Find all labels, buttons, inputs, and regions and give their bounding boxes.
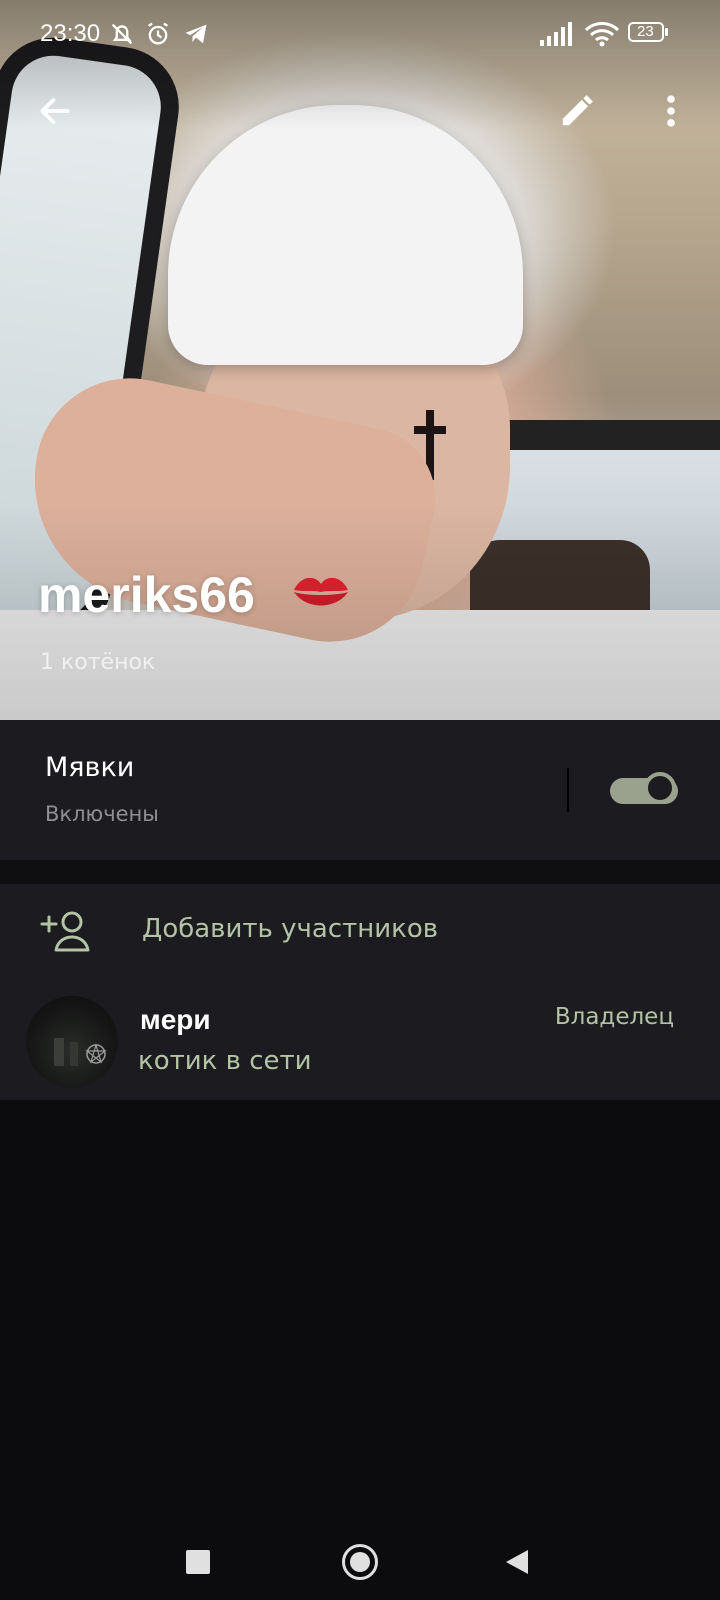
arrow-left-icon[interactable] (36, 92, 74, 130)
status-bar: 23:30 23 (0, 16, 720, 56)
member-role: Владелец (554, 1004, 674, 1030)
navigation-bar (0, 1520, 720, 1600)
telegram-icon (185, 24, 207, 44)
more-vertical-icon[interactable] (652, 92, 690, 130)
pentagram-icon (54, 1038, 107, 1066)
section-gap (0, 860, 720, 884)
add-members-button[interactable]: Добавить участников (0, 884, 720, 984)
home-circle-icon[interactable] (342, 1544, 378, 1580)
members-section: Добавить участников мери котик в сети Вл… (0, 884, 720, 1100)
toggle-thumb (644, 772, 676, 804)
divider (567, 768, 569, 812)
notifications-row[interactable]: Мявки Включены (0, 720, 720, 860)
chat-subtitle: 1 котёнок (40, 650, 156, 675)
home-dot (350, 1552, 370, 1572)
lips-icon (294, 577, 348, 606)
member-status: котик в сети (138, 1046, 312, 1076)
recents-square-icon[interactable] (186, 1550, 210, 1574)
add-members-label: Добавить участников (142, 914, 439, 944)
add-person-icon (40, 911, 90, 952)
status-time: 23:30 (40, 20, 101, 47)
member-name: мери (140, 1004, 211, 1035)
member-row[interactable]: мери котик в сети Владелец (0, 984, 720, 1100)
mute-bell-icon (111, 23, 133, 45)
notifications-label: Мявки (45, 752, 135, 783)
pencil-icon[interactable] (558, 92, 596, 130)
chat-title: meriks66 (38, 567, 255, 623)
signal-icon (540, 22, 572, 46)
kiss-emoji (290, 570, 352, 618)
alarm-icon (148, 22, 168, 45)
notifications-status: Включены (45, 802, 159, 826)
avatar (26, 996, 118, 1088)
back-triangle-icon[interactable] (504, 1548, 530, 1576)
wifi-icon (584, 22, 620, 47)
battery-icon: 23 (628, 22, 668, 44)
battery-level: 23 (637, 23, 654, 40)
notifications-toggle[interactable] (610, 772, 678, 808)
